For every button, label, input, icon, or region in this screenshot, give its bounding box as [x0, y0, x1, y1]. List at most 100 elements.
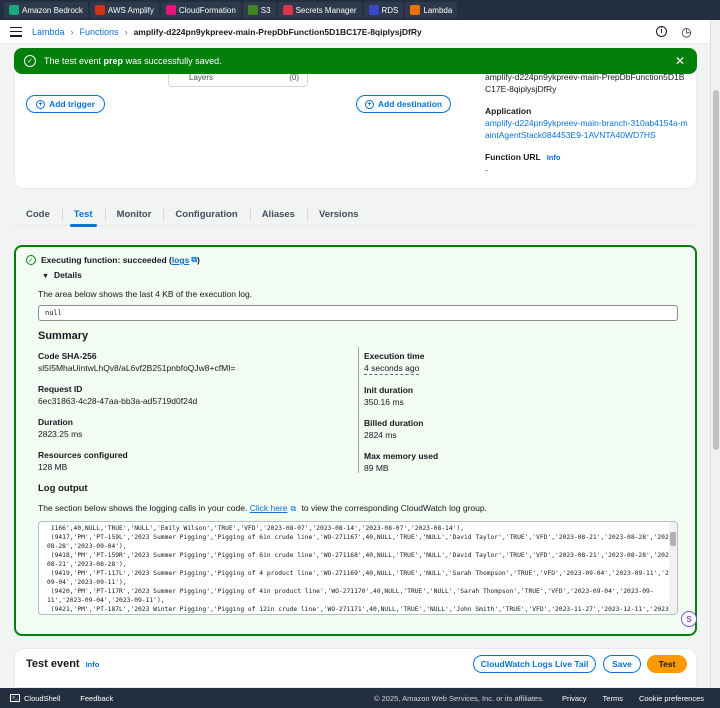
page-scrollbar[interactable] [710, 20, 720, 688]
bookmark-rds[interactable]: RDS [363, 2, 404, 18]
log-output-box[interactable]: 1166',40,NULL,'TRUE','NULL','Emily Wilso… [38, 521, 678, 615]
tab-versions[interactable]: Versions [306, 202, 371, 226]
cloudshell-icon: >_ [10, 694, 20, 702]
init-duration-value: 350.16 ms [364, 397, 404, 407]
breadcrumb-separator-icon: › [70, 26, 74, 37]
plus-icon: + [364, 99, 374, 109]
success-check-icon: ✓ [26, 255, 36, 265]
tab-code[interactable]: Code [14, 202, 62, 226]
tab-configuration[interactable]: Configuration [163, 202, 249, 226]
summary-left-column: Code SHA-256 sl5I5MhaUintwLhQv8/aL6vf2B2… [38, 351, 236, 483]
breadcrumb-lambda[interactable]: Lambda [32, 27, 65, 37]
footer-bar: >_ CloudShell Feedback © 2025, Amazon We… [0, 688, 720, 708]
bookmark-cloudformation[interactable]: CloudFormation [160, 2, 241, 18]
log-scroll-thumb[interactable] [670, 532, 676, 546]
plus-icon: + [36, 99, 46, 109]
code-sha-value: sl5I5MhaUintwLhQv8/aL6vf2B251pnbfoQJw8+c… [38, 363, 236, 373]
tab-monitor[interactable]: Monitor [104, 202, 164, 226]
resources-configured-value: 128 MB [38, 462, 68, 472]
details-toggle[interactable]: ▼ Details [42, 270, 82, 280]
application-link[interactable]: amplify-d224pn9ykpreev-main-branch-310ab… [485, 117, 690, 141]
log-line: 08-28','2023-09-04'), [47, 543, 127, 550]
external-link-icon: ⧉ [290, 504, 297, 513]
max-memory-value: 89 MB [364, 463, 389, 473]
top-bar: Lambda › Functions › amplify-d224pn9ykpr… [0, 20, 710, 44]
bookmarks-bar: Amazon Bedrock AWS Amplify CloudFormatio… [0, 0, 720, 20]
test-event-panel: Test event Info CloudWatch Logs Live Tail… [14, 648, 697, 688]
bookmark-secrets-manager[interactable]: Secrets Manager [277, 2, 362, 18]
log-output-description: The section below shows the logging call… [38, 503, 487, 513]
log-area-description: The area below shows the last 4 KB of th… [38, 289, 253, 299]
lambda-icon [410, 5, 421, 15]
billed-duration-value: 2824 ms [364, 430, 397, 440]
function-details: amplify-d224pn9ykpreev-main-PrepDbFuncti… [485, 71, 690, 176]
function-tabs: Code Test Monitor Configuration Aliases … [14, 202, 697, 227]
bookmark-s3[interactable]: S3 [242, 2, 276, 18]
request-id-label: Request ID [38, 384, 83, 394]
application-label: Application [485, 106, 532, 116]
function-name-value: amplify-d224pn9ykpreev-main-PrepDbFuncti… [485, 72, 685, 94]
log-line: 11','2023-09-04','2023-09-11'), [47, 597, 165, 604]
terms-link[interactable]: Terms [603, 694, 623, 703]
function-url-heading: Function URL Info [485, 152, 561, 162]
s3-icon [247, 5, 258, 15]
execution-time-label: Execution time [364, 351, 425, 361]
breadcrumb-separator-icon: › [124, 26, 128, 37]
execution-output-box[interactable]: null [38, 305, 678, 321]
summary-divider [358, 347, 359, 473]
add-destination-button[interactable]: + Add destination [356, 95, 451, 113]
cookie-preferences-link[interactable]: Cookie preferences [639, 694, 704, 703]
log-line: 09-04','2023-09-11'), [47, 579, 127, 586]
info-icon[interactable]: i [656, 26, 667, 37]
cloudwatch-live-tail-button[interactable]: CloudWatch Logs Live Tail [473, 655, 596, 673]
clock-icon[interactable]: ◷ [681, 25, 692, 39]
page-scroll-thumb[interactable] [713, 90, 719, 450]
log-line: 1166',40,NULL,'TRUE','NULL','Emily Wilso… [47, 525, 465, 532]
feedback-link[interactable]: Feedback [80, 694, 113, 703]
max-memory-label: Max memory used [364, 451, 439, 461]
duration-value: 2823.25 ms [38, 429, 83, 439]
execution-time-value: 4 seconds ago [364, 363, 420, 375]
bookmark-lambda[interactable]: Lambda [405, 2, 458, 18]
resources-configured-label: Resources configured [38, 450, 128, 460]
log-output-heading: Log output [38, 483, 88, 494]
function-url-info-link[interactable]: Info [547, 153, 561, 162]
bookmark-amazon-bedrock[interactable]: Amazon Bedrock [4, 2, 88, 18]
close-icon[interactable]: ✕ [675, 54, 685, 68]
copyright-text: © 2025, Amazon Web Services, Inc. or its… [374, 693, 544, 703]
test-event-info-link[interactable]: Info [86, 660, 100, 669]
caret-down-icon: ▼ [42, 273, 49, 280]
menu-icon[interactable] [10, 26, 22, 37]
tab-test[interactable]: Test [61, 202, 105, 227]
test-button[interactable]: Test [647, 655, 687, 673]
add-trigger-button[interactable]: + Add trigger [26, 95, 105, 113]
breadcrumb-current: amplify-d224pn9ykpreev-main-PrepDbFuncti… [133, 26, 422, 37]
success-flash: ✓ The test event prep was successfully s… [14, 48, 697, 74]
log-line: (9420,'PM','PT-117R','2023 Summer Piggin… [47, 588, 654, 595]
execution-result-panel: ✓ Executing function: succeeded ( logs ⧉… [14, 245, 697, 636]
save-button[interactable]: Save [603, 655, 641, 673]
success-check-icon: ✓ [24, 55, 36, 67]
test-event-heading: Test event Info [26, 658, 100, 670]
request-id-value: 6ec31863-4c28-47aa-bb3a-ad5719d0f24d [38, 396, 198, 406]
log-scrollbar[interactable] [669, 522, 677, 614]
log-line: (9417,'PM','PT-159L','2023 Summer Piggin… [47, 534, 677, 541]
tab-aliases[interactable]: Aliases [249, 202, 307, 226]
amplify-icon [94, 5, 105, 15]
privacy-link[interactable]: Privacy [562, 694, 587, 703]
execution-status: ✓ Executing function: succeeded ( logs ⧉… [26, 255, 200, 265]
bookmark-aws-amplify[interactable]: AWS Amplify [89, 2, 159, 18]
flash-message: The test event prep was successfully sav… [44, 56, 222, 66]
cloudshell-link[interactable]: CloudShell [24, 694, 60, 703]
log-line: (9421,'PM','PT-187L','2023 Winter Piggin… [47, 606, 678, 613]
bedrock-icon [9, 5, 19, 15]
breadcrumb-functions[interactable]: Functions [80, 27, 119, 37]
duration-label: Duration [38, 417, 73, 427]
cloudwatch-click-here-link[interactable]: Click here [250, 503, 288, 513]
log-line: (9418,'PM','PT-159R','2023 Summer Piggin… [47, 552, 677, 559]
logs-link[interactable]: logs [172, 255, 189, 265]
amazon-q-help-icon[interactable]: S [681, 611, 697, 627]
summary-right-column: Execution time 4 seconds ago Init durati… [364, 351, 438, 484]
log-line: 08-21','2023-08-28'), [47, 561, 127, 568]
rds-icon [368, 5, 379, 15]
